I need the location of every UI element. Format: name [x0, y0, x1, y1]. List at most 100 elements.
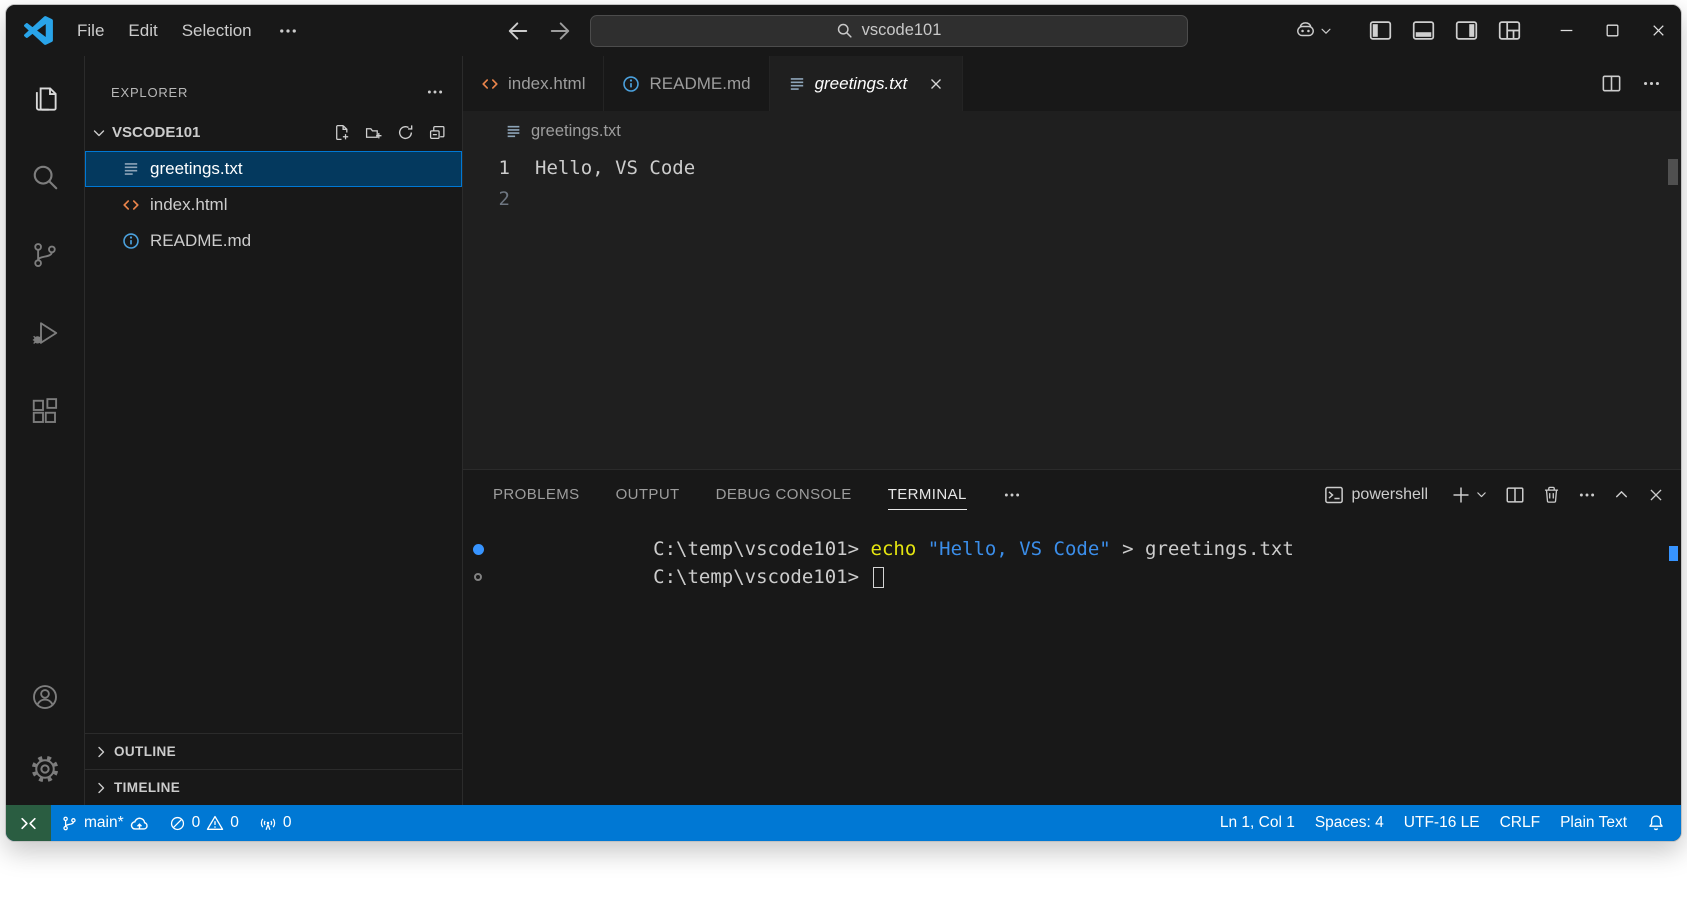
close-button[interactable]	[1635, 5, 1681, 56]
maximize-panel-icon[interactable]	[1613, 486, 1630, 503]
customize-layout-icon[interactable]	[1498, 19, 1521, 42]
minimize-button[interactable]	[1543, 5, 1589, 56]
command-pending-decoration-icon[interactable]	[463, 573, 493, 581]
toggle-primary-sidebar-icon[interactable]	[1369, 19, 1392, 42]
errors-icon	[169, 815, 186, 832]
extensions-icon[interactable]	[6, 372, 84, 450]
terminal-cursor	[873, 567, 884, 588]
command-center-value: vscode101	[862, 21, 942, 40]
line-number: 1	[463, 153, 535, 184]
panel-tab-output[interactable]: OUTPUT	[616, 470, 680, 519]
editor-code-area[interactable]: 1Hello, VS Code 2	[463, 151, 1681, 469]
txt-file-icon	[788, 75, 806, 93]
close-tab-icon[interactable]	[928, 76, 944, 92]
info-file-icon	[122, 232, 140, 250]
cloud-sync-icon	[130, 814, 149, 833]
branch-status-item[interactable]: main*	[51, 805, 159, 841]
tab-index-html[interactable]: index.html	[463, 56, 604, 111]
tab-label: index.html	[508, 74, 585, 94]
new-file-icon[interactable]	[333, 124, 350, 141]
new-folder-icon[interactable]	[365, 124, 382, 141]
code-line: 2	[463, 184, 1681, 215]
search-view-icon[interactable]	[6, 138, 84, 216]
kill-terminal-icon[interactable]	[1542, 485, 1561, 504]
command-success-decoration-icon[interactable]	[463, 544, 493, 555]
section-label: OUTLINE	[114, 744, 176, 759]
tab-greetings-txt[interactable]: greetings.txt	[770, 56, 964, 111]
indentation-item[interactable]: Spaces: 4	[1305, 805, 1394, 841]
language-mode-item[interactable]: Plain Text	[1550, 805, 1637, 841]
terminal-redirect-arg: > greetings.txt	[1111, 538, 1294, 560]
new-terminal-icon[interactable]	[1451, 485, 1471, 505]
vscode-logo-icon	[24, 16, 53, 45]
outline-section-header[interactable]: OUTLINE	[85, 733, 462, 769]
txt-file-icon	[122, 160, 140, 178]
settings-gear-icon[interactable]	[6, 733, 84, 805]
file-row-readme-md[interactable]: README.md	[85, 223, 462, 259]
menu-more-icon[interactable]	[264, 21, 312, 41]
cursor-position-item[interactable]: Ln 1, Col 1	[1210, 805, 1305, 841]
problems-status-item[interactable]: 0 0	[159, 805, 249, 841]
close-panel-icon[interactable]	[1647, 486, 1665, 504]
eol-item[interactable]: CRLF	[1490, 805, 1550, 841]
encoding-item[interactable]: UTF-16 LE	[1394, 805, 1490, 841]
file-row-index-html[interactable]: index.html	[85, 187, 462, 223]
file-name: index.html	[150, 195, 227, 215]
ports-status-item[interactable]: 0	[249, 805, 302, 841]
refresh-icon[interactable]	[397, 124, 414, 141]
breadcrumb[interactable]: greetings.txt	[463, 111, 1681, 151]
toggle-panel-icon[interactable]	[1412, 19, 1435, 42]
code-line: 1Hello, VS Code	[463, 153, 1681, 184]
menu-file[interactable]: File	[65, 5, 116, 56]
panel-tab-debug-console[interactable]: DEBUG CONSOLE	[716, 470, 852, 519]
info-file-icon	[622, 75, 640, 93]
go-forward-icon[interactable]	[542, 13, 578, 49]
timeline-section-header[interactable]: TIMELINE	[85, 769, 462, 805]
notifications-bell-icon[interactable]	[1637, 805, 1675, 841]
editor-more-actions-icon[interactable]	[1642, 74, 1661, 93]
branch-name: main*	[84, 814, 124, 832]
error-count: 0	[192, 814, 201, 832]
terminal-scroll-decoration	[1669, 546, 1678, 561]
file-row-greetings-txt[interactable]: greetings.txt	[85, 151, 462, 187]
txt-file-icon	[505, 123, 522, 140]
panel-tab-problems[interactable]: PROBLEMS	[493, 470, 580, 519]
terminal-view[interactable]: C:\temp\vscode101> echo "Hello, VS Code"…	[463, 519, 1681, 805]
file-name: greetings.txt	[150, 159, 243, 179]
menu-selection[interactable]: Selection	[170, 5, 264, 56]
explorer-icon[interactable]	[6, 60, 84, 138]
split-editor-icon[interactable]	[1601, 73, 1622, 94]
activity-bar	[6, 56, 85, 805]
panel-tab-terminal[interactable]: TERMINAL	[888, 470, 967, 519]
editor-tab-bar: index.html README.md greetings.txt	[463, 56, 1681, 111]
toggle-secondary-sidebar-icon[interactable]	[1455, 19, 1478, 42]
terminal-shell-item[interactable]: powershell	[1324, 485, 1428, 505]
panel-more-actions-icon[interactable]	[1578, 486, 1596, 504]
explorer-sidebar: EXPLORER VSCODE101	[85, 56, 463, 805]
panel-more-tabs-icon[interactable]	[1003, 486, 1021, 504]
explorer-more-actions-icon[interactable]	[426, 83, 444, 101]
menu-edit[interactable]: Edit	[116, 5, 169, 56]
collapse-all-icon[interactable]	[429, 124, 446, 141]
terminal-string-arg: "Hello, VS Code"	[916, 538, 1110, 560]
radio-tower-icon	[259, 814, 277, 832]
source-control-icon[interactable]	[6, 216, 84, 294]
workspace-name: VSCODE101	[112, 124, 200, 141]
chevron-right-icon	[93, 744, 109, 760]
command-center-search[interactable]: vscode101	[590, 15, 1188, 47]
accounts-icon[interactable]	[6, 661, 84, 733]
breadcrumb-item[interactable]: greetings.txt	[531, 122, 621, 141]
html-file-icon	[122, 196, 140, 214]
copilot-menu[interactable]	[1285, 20, 1343, 41]
editor-scrollbar[interactable]	[1668, 159, 1678, 185]
terminal-profile-chevron-icon[interactable]	[1475, 488, 1488, 501]
go-back-icon[interactable]	[500, 13, 536, 49]
vscode-window: File Edit Selection vscode101	[5, 4, 1682, 842]
workspace-folder-row[interactable]: VSCODE101	[85, 114, 462, 151]
run-and-debug-icon[interactable]	[6, 294, 84, 372]
remote-indicator[interactable]	[6, 805, 51, 841]
split-terminal-icon[interactable]	[1505, 485, 1525, 505]
tab-readme-md[interactable]: README.md	[604, 56, 769, 111]
warnings-icon	[206, 814, 224, 832]
maximize-button[interactable]	[1589, 5, 1635, 56]
